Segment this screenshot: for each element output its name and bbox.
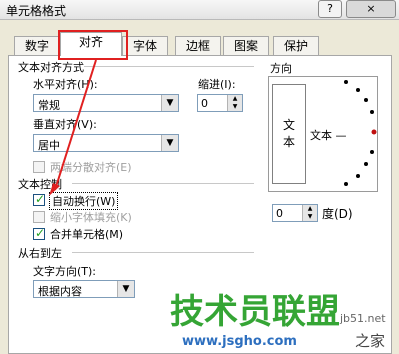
arrow-head-icon: [49, 183, 60, 196]
arrow-line: [54, 59, 97, 191]
watermark-tagline: 之家: [355, 332, 386, 350]
watermark-logo: 技术员联盟: [170, 292, 340, 332]
watermark-url-small: jb51.net: [340, 312, 386, 325]
watermark-url: www.jsgho.com: [182, 334, 297, 349]
